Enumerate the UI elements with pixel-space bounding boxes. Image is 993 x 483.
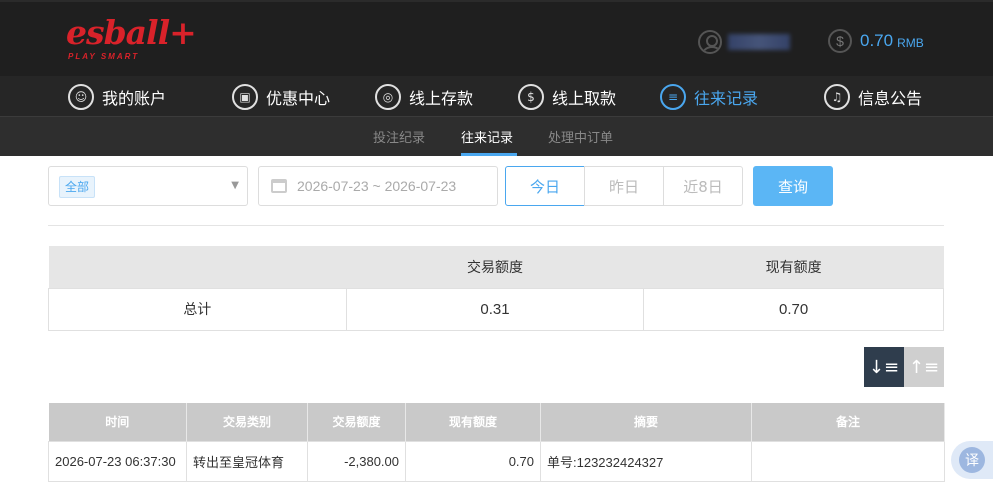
username-blurred (728, 34, 790, 50)
chevron-down-icon: ▼ (231, 180, 239, 191)
bell-icon: ♫ (824, 84, 850, 110)
summary-header-balance: 现有额度 (643, 246, 944, 288)
query-button[interactable]: 查询 (753, 166, 833, 206)
user-icon: ☺ (68, 84, 94, 110)
summary-header-blank (48, 246, 347, 288)
summary-total-amount: 0.31 (345, 287, 645, 331)
top-header: esball+ PLAY SMART $ 0.70 RMB (0, 0, 993, 76)
tab-bet-records[interactable]: 投注纪录 (373, 127, 425, 146)
nav-label: 往来记录 (694, 89, 759, 108)
main-nav: ☺ 我的账户 ▣ 优惠中心 ◎ 线上存款 $ 线上取款 ≡ 往来记录 ♫ 信息公… (0, 76, 993, 117)
summary-row: 总计 0.31 0.70 (48, 287, 944, 331)
col-header-type: 交易类别 (186, 403, 308, 441)
cell-summary: 单号:123232424327 (540, 440, 752, 482)
balance-currency: RMB (897, 35, 924, 50)
nav-my-account[interactable]: ☺ 我的账户 (68, 82, 166, 112)
cell-amount: -2,380.00 (307, 440, 406, 482)
col-header-balance: 现有额度 (405, 403, 541, 441)
summary-table: 交易额度 现有额度 总计 0.31 0.70 (48, 246, 944, 331)
col-header-remark: 备注 (751, 403, 945, 441)
nav-announcements[interactable]: ♫ 信息公告 (824, 82, 922, 112)
col-header-amount: 交易额度 (307, 403, 406, 441)
nav-label: 线上取款 (552, 89, 617, 108)
withdraw-icon: $ (518, 84, 544, 110)
category-tag[interactable]: 全部 (59, 176, 96, 198)
nav-withdraw[interactable]: $ 线上取款 (518, 82, 616, 112)
range-today-button[interactable]: 今日 (505, 166, 585, 206)
calendar-icon (271, 179, 287, 193)
translate-icon: 译 (959, 447, 985, 473)
esball-logo[interactable]: esball+ PLAY SMART (66, 13, 197, 64)
nav-label: 线上存款 (409, 89, 474, 108)
balance-display: $ 0.70 RMB (828, 29, 924, 53)
range-8days-button[interactable]: 近8日 (663, 166, 743, 206)
category-select[interactable]: 全部 ▼ (48, 166, 248, 206)
balance-amount: 0.70 (860, 31, 894, 50)
cell-balance: 0.70 (405, 440, 541, 482)
date-range-picker[interactable]: 2026-07-23 ~ 2026-07-23 (258, 166, 498, 206)
summary-total-label: 总计 (48, 287, 347, 331)
user-avatar-icon (698, 30, 722, 54)
cell-remark (751, 440, 945, 482)
records-table: 时间 交易类别 交易额度 现有额度 摘要 备注 2026-07-23 06:37… (48, 403, 945, 482)
logo-tagline: PLAY SMART (68, 52, 140, 61)
nav-promotions[interactable]: ▣ 优惠中心 (232, 82, 330, 112)
user-info[interactable] (698, 29, 790, 55)
col-header-summary: 摘要 (540, 403, 752, 441)
dollar-coin-icon: $ (828, 29, 852, 53)
sort-ascending-icon[interactable]: ↑≡ (904, 347, 944, 387)
nav-records[interactable]: ≡ 往来记录 (660, 82, 758, 112)
divider (48, 225, 944, 226)
gift-icon: ▣ (232, 84, 258, 110)
logo-text: esball+ (66, 13, 197, 52)
tab-pending-orders[interactable]: 处理中订单 (548, 127, 613, 146)
sort-descending-icon[interactable]: ↓≡ (864, 347, 904, 387)
translate-button[interactable]: 译 (951, 441, 993, 479)
nav-label: 优惠中心 (266, 89, 331, 108)
col-header-time: 时间 (48, 403, 187, 441)
cell-time: 2026-07-23 06:37:30 (48, 440, 187, 482)
nav-label: 我的账户 (102, 89, 167, 108)
range-yesterday-button[interactable]: 昨日 (584, 166, 664, 206)
tab-transaction-records[interactable]: 往来记录 (461, 127, 513, 146)
date-range-value: 2026-07-23 ~ 2026-07-23 (297, 178, 457, 194)
records-icon: ≡ (660, 84, 686, 110)
sub-nav: 投注纪录 往来记录 处理中订单 (0, 117, 993, 156)
active-tab-underline (461, 153, 517, 156)
summary-total-balance: 0.70 (643, 287, 944, 331)
summary-header-amount: 交易额度 (346, 246, 644, 288)
nav-deposit[interactable]: ◎ 线上存款 (375, 82, 473, 112)
cell-type: 转出至皇冠体育 (186, 440, 308, 482)
nav-label: 信息公告 (858, 89, 923, 108)
table-row: 2026-07-23 06:37:30 转出至皇冠体育 -2,380.00 0.… (48, 440, 945, 482)
deposit-icon: ◎ (375, 84, 401, 110)
